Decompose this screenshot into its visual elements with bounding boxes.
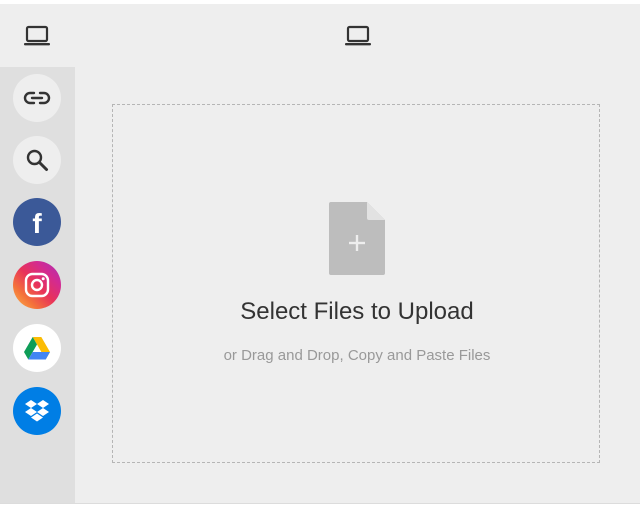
upload-subtitle: or Drag and Drop, Copy and Paste Files xyxy=(223,347,491,364)
dropbox-icon xyxy=(25,400,49,422)
laptop-icon xyxy=(345,25,371,46)
dropbox-source-button[interactable] xyxy=(13,387,61,435)
google-drive-icon xyxy=(24,336,50,359)
laptop-icon xyxy=(24,25,50,46)
google-drive-source-button[interactable] xyxy=(13,324,61,372)
file-add-icon xyxy=(329,202,385,275)
instagram-icon xyxy=(24,272,50,298)
link-source-button[interactable] xyxy=(13,74,61,122)
instagram-source-button[interactable] xyxy=(13,261,61,309)
search-source-button[interactable] xyxy=(13,136,61,184)
upload-title: Select Files to Upload xyxy=(240,298,474,325)
facebook-icon: f xyxy=(32,208,42,239)
my-device-button[interactable] xyxy=(14,14,60,58)
source-title-icon xyxy=(334,14,382,58)
bottom-divider xyxy=(0,503,640,504)
file-drop-zone[interactable] xyxy=(112,104,600,463)
facebook-source-button[interactable]: f xyxy=(13,198,61,246)
sources-sidebar: f xyxy=(0,67,75,503)
search-icon xyxy=(26,149,48,171)
link-icon xyxy=(23,91,51,105)
